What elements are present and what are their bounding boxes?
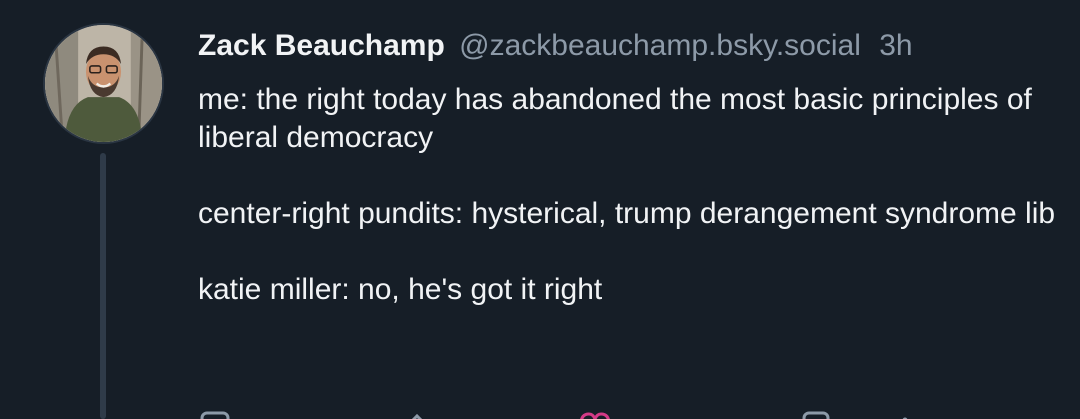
more-options-button[interactable] (893, 410, 933, 419)
post-timestamp[interactable]: 3h (879, 29, 912, 62)
bookmark-button[interactable] (798, 410, 838, 419)
repost-icon (411, 413, 423, 419)
post: Zack Beauchamp @zackbeauchamp.bsky.socia… (0, 0, 1080, 419)
post-actions (198, 410, 958, 419)
avatar-photo (45, 25, 162, 142)
repost-button[interactable] (403, 410, 443, 419)
post-content: Zack Beauchamp @zackbeauchamp.bsky.socia… (198, 26, 1058, 309)
reply-button[interactable] (198, 410, 238, 419)
post-header: Zack Beauchamp @zackbeauchamp.bsky.socia… (198, 26, 1058, 66)
reply-icon (200, 411, 230, 419)
like-icon (580, 412, 610, 419)
thread-line (100, 153, 106, 419)
bookmark-icon (802, 411, 830, 419)
post-paragraph: katie miller: no, he's got it right (198, 273, 603, 306)
post-text: me: the right today has abandoned the mo… (198, 81, 1058, 309)
post-paragraph: me: the right today has abandoned the mo… (198, 83, 1032, 154)
author-handle[interactable]: @zackbeauchamp.bsky.social (459, 29, 861, 62)
avatar[interactable] (43, 23, 164, 144)
like-button[interactable] (573, 410, 613, 419)
post-paragraph: center-right pundits: hysterical, trump … (198, 197, 1056, 230)
more-options-icon (902, 417, 908, 419)
author-display-name[interactable]: Zack Beauchamp (198, 29, 445, 62)
